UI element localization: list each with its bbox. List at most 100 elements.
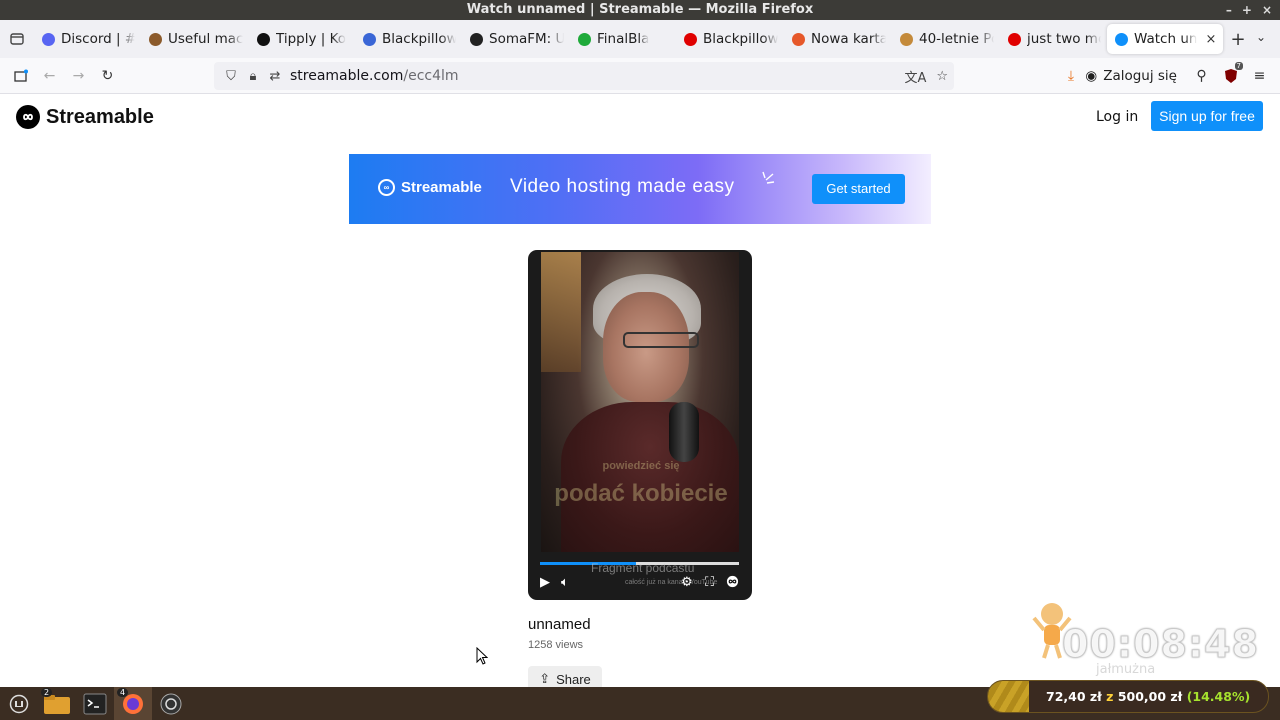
- ublock-badge: 7: [1234, 62, 1243, 70]
- tab-favicon-icon: [900, 32, 913, 46]
- sparkle-icon: [762, 171, 775, 184]
- tab[interactable]: Discord | #: [34, 20, 141, 58]
- terminal-icon[interactable]: [76, 687, 114, 720]
- tab-label: Watch un: [1134, 31, 1198, 47]
- tab[interactable]: Blackpillow: [355, 20, 462, 58]
- menu-icon[interactable]: ≡: [1245, 58, 1274, 94]
- new-tab-button[interactable]: +: [1223, 29, 1253, 50]
- tab-strip: Discord | # Useful mac Tipply | Ko Blackpil…: [0, 20, 1280, 58]
- get-started-button[interactable]: Get started: [812, 174, 905, 204]
- tab-label: just two mo: [1027, 31, 1101, 47]
- tab-favicon-icon: [1115, 32, 1128, 46]
- share-label: Share: [556, 671, 591, 687]
- fullscreen-icon[interactable]: ⛶: [705, 575, 714, 590]
- forward-icon[interactable]: →: [64, 58, 93, 94]
- tab-label: Useful mac: [168, 31, 243, 47]
- donation-current: 72,40 zł: [1046, 689, 1102, 704]
- permissions-icon[interactable]: ⇄: [264, 69, 286, 84]
- close-window-icon[interactable]: ×: [1262, 0, 1272, 20]
- tab-label: Blackpillow: [382, 31, 456, 47]
- mouse-cursor-icon: [476, 647, 488, 665]
- video-caption-1: Fragment podcastu: [591, 561, 695, 575]
- donation-of: z: [1106, 689, 1114, 704]
- tab-favicon-icon: [684, 32, 697, 46]
- donation-goal-bar: 72,40 zł z 500,00 zł (14.48%): [987, 680, 1269, 713]
- account-button[interactable]: ◉ Zaloguj się: [1085, 68, 1177, 84]
- downloads-icon[interactable]: ⤓: [1056, 58, 1085, 94]
- settings-icon[interactable]: ⚙: [681, 575, 693, 590]
- url-host: streamable.com: [290, 68, 404, 84]
- brand-name: Streamable: [46, 105, 154, 128]
- banner-brand-label: Streamable: [401, 179, 482, 196]
- ublock-icon[interactable]: 7: [1216, 58, 1245, 94]
- tab-label: SomaFM: U: [489, 31, 564, 47]
- tab-list-icon[interactable]: [0, 20, 34, 58]
- extensions-icon[interactable]: ⚲: [1187, 58, 1216, 94]
- page-content: Streamable Log in Sign up for free ∞ Str…: [0, 95, 1280, 692]
- promo-banner[interactable]: ∞ Streamable Video hosting made easy Get…: [349, 154, 931, 224]
- reload-icon[interactable]: ↻: [93, 58, 122, 94]
- obs-icon[interactable]: [152, 687, 190, 720]
- tab[interactable]: just two mo: [1000, 20, 1107, 58]
- firefox-badge: 4: [117, 688, 129, 697]
- translate-icon[interactable]: 文A: [904, 67, 926, 86]
- tab-label: FinalBla: [597, 31, 650, 47]
- url-bar[interactable]: ⛉ 🔒︎ ⇄ streamable.com/ecc4lm 文A ☆: [214, 62, 954, 90]
- bookmark-star-icon[interactable]: ☆: [936, 69, 948, 84]
- lock-icon[interactable]: 🔒︎: [242, 69, 264, 84]
- banner-logo-icon: ∞: [378, 179, 395, 196]
- tab[interactable]: Nowa karta: [784, 20, 892, 58]
- signup-button[interactable]: Sign up for free: [1151, 101, 1263, 131]
- login-button[interactable]: Log in: [1096, 106, 1138, 128]
- tab-favicon-icon: [792, 32, 805, 46]
- video-views: 1258 views: [528, 639, 584, 651]
- sidebar-icon[interactable]: [6, 58, 35, 94]
- donation-goal: 500,00 zł: [1117, 689, 1183, 704]
- share-icon: ⇪: [539, 671, 551, 686]
- banner-headline: Video hosting made easy: [510, 176, 735, 197]
- tab[interactable]: Useful mac: [141, 20, 249, 58]
- minimize-icon[interactable]: –: [1226, 0, 1232, 20]
- files-badge: 2: [41, 688, 53, 697]
- tab-label: Tipply | Ko: [276, 31, 347, 47]
- account-icon: ◉: [1085, 68, 1098, 84]
- site-brand[interactable]: Streamable: [16, 105, 154, 129]
- tab[interactable]: Watch un ×: [1107, 24, 1223, 54]
- files-icon[interactable]: 2: [38, 687, 76, 720]
- back-icon[interactable]: ←: [35, 58, 64, 94]
- tab[interactable]: Blackpillow: [676, 20, 784, 58]
- video-frame[interactable]: powiedzieć się podać kobiecie: [541, 252, 739, 552]
- window-controls: – + ×: [1226, 0, 1272, 20]
- tab-favicon-icon: [470, 32, 483, 46]
- streamable-watermark-icon[interactable]: [726, 575, 739, 592]
- tab-favicon-icon: [363, 32, 376, 46]
- tab-favicon-icon: [1008, 32, 1021, 46]
- maximize-icon[interactable]: +: [1242, 0, 1252, 20]
- tab-favicon-icon: [149, 32, 162, 46]
- video-subtitle-1: powiedzieć się: [602, 460, 680, 472]
- tab[interactable]: FinalBla: [570, 20, 676, 58]
- tab[interactable]: 40-letnie Po: [892, 20, 1000, 58]
- tracking-shield-icon[interactable]: ⛉: [220, 69, 242, 84]
- nav-bar: ← → ↻ ⛉ 🔒︎ ⇄ streamable.com/ecc4lm 文A ☆ …: [0, 58, 1280, 94]
- video-player[interactable]: powiedzieć się podać kobiecie Fragment p…: [528, 250, 752, 600]
- tab-favicon-icon: [42, 32, 55, 46]
- banner-brand: ∞ Streamable: [378, 179, 482, 196]
- firefox-taskbar-icon[interactable]: 4: [114, 687, 152, 720]
- tabs-dropdown-icon[interactable]: ⌄: [1256, 30, 1266, 44]
- stream-timer: 00:08:48: [1061, 622, 1260, 667]
- microphone-shape: [669, 402, 699, 462]
- play-icon[interactable]: ▶: [540, 575, 550, 590]
- tab-label: Discord | #: [61, 31, 135, 47]
- donation-progress-fill: [988, 681, 1029, 712]
- tab[interactable]: SomaFM: U: [462, 20, 570, 58]
- tab-label: Nowa karta: [811, 31, 886, 47]
- tab[interactable]: Tipply | Ko: [249, 20, 355, 58]
- tab-close-icon[interactable]: ×: [1205, 32, 1216, 47]
- volume-icon[interactable]: 🔈︎: [561, 575, 569, 590]
- donation-text: 72,40 zł z 500,00 zł (14.48%): [1046, 689, 1250, 704]
- stream-timer-sub: jałmużna: [1096, 662, 1156, 677]
- tab-label: Blackpillow: [703, 31, 778, 47]
- start-menu-icon[interactable]: [0, 687, 38, 720]
- streamable-logo-icon: [16, 105, 40, 129]
